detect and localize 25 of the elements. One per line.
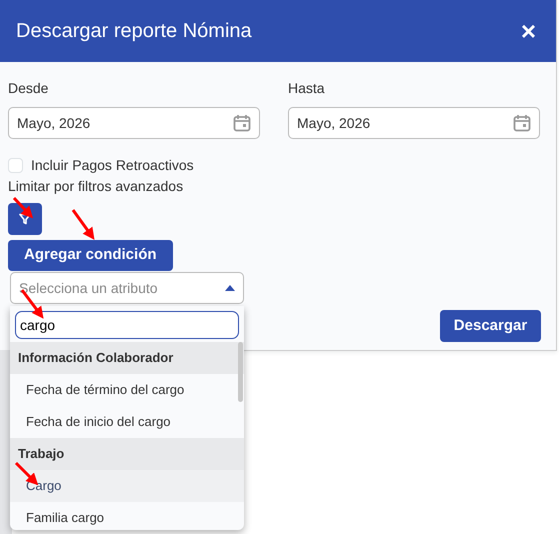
filter-button[interactable] (8, 203, 42, 235)
calendar-icon (233, 114, 251, 132)
dropdown-option[interactable]: Fecha de término del cargo (10, 374, 244, 406)
dropdown-option[interactable]: Familia cargo (10, 502, 244, 530)
modal-title: Descargar reporte Nómina (16, 19, 252, 44)
dropdown-option[interactable]: Fecha de inicio del cargo (10, 406, 244, 438)
field-label: Desde (8, 79, 50, 98)
annotation-arrow (12, 196, 34, 218)
add-condition-button[interactable]: Agregar condición (8, 240, 173, 271)
group-header: Trabajo (10, 438, 244, 470)
download-button[interactable]: Descargar (440, 310, 541, 342)
checkbox-label: Incluir Pagos Retroactivos (31, 156, 194, 175)
annotation-arrow (72, 209, 94, 240)
close-button[interactable]: × (516, 18, 540, 44)
group-header: Información Colaborador (10, 342, 244, 374)
field-label: Hasta (288, 79, 326, 98)
attribute-select[interactable]: Selecciona un atributo (10, 272, 244, 304)
date-field[interactable]: Mayo, 2026 (288, 107, 540, 139)
scrollbar-thumb[interactable] (238, 342, 243, 402)
search-field[interactable]: cargo (15, 311, 239, 339)
section-label: Limitar por filtros avanzados (8, 177, 184, 196)
date-field[interactable]: Mayo, 2026 (8, 107, 260, 139)
filter-icon (19, 213, 31, 225)
checkbox[interactable] (8, 158, 23, 173)
calendar-icon (513, 114, 531, 132)
